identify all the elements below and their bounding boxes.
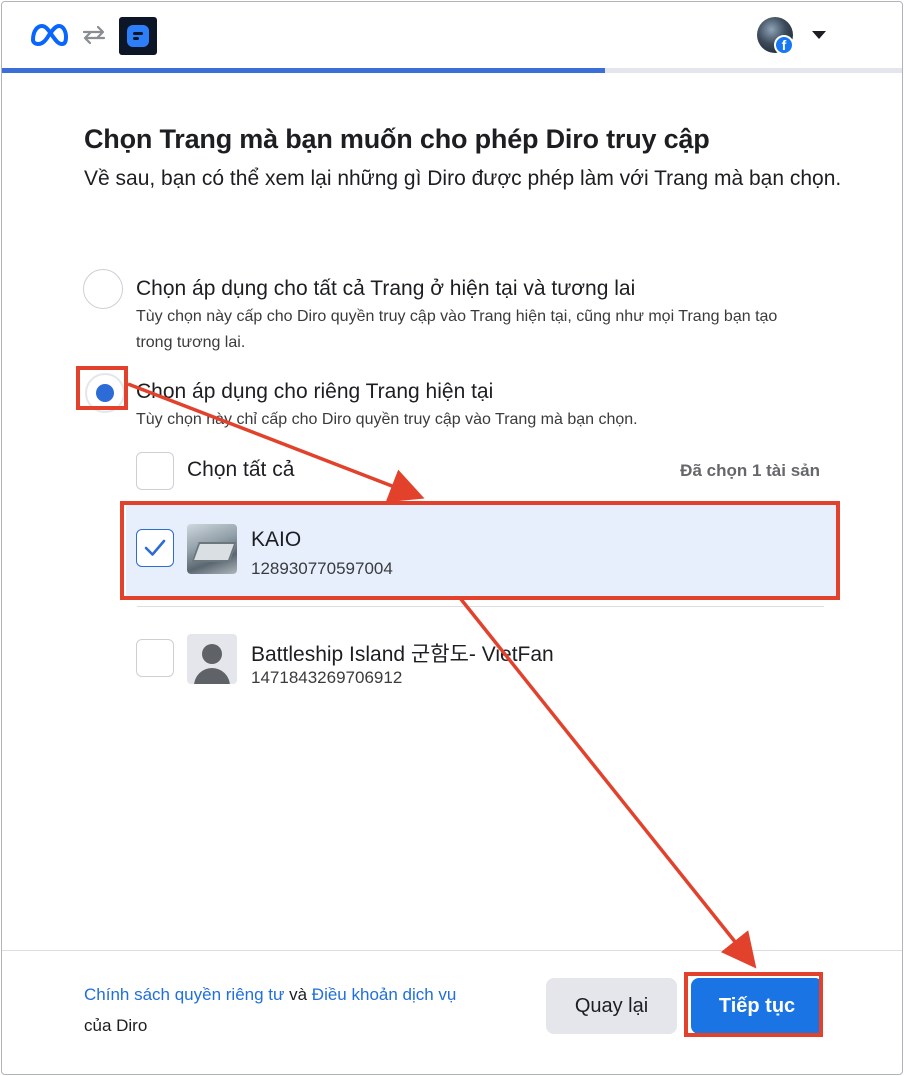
option-current-description: Tùy chọn này chỉ cấp cho Diro quyền truy… bbox=[136, 411, 638, 428]
page-subtitle: Về sau, bạn có thể xem lại những gì Diro… bbox=[84, 167, 842, 190]
footer-app-name: của Diro bbox=[84, 1016, 148, 1035]
continue-button[interactable]: Tiếp tục bbox=[691, 978, 823, 1034]
footer-legal-text: Chính sách quyền riêng tư và Điều khoản … bbox=[84, 979, 524, 1041]
list-scroll-fade bbox=[122, 684, 842, 692]
meta-logo-icon bbox=[31, 24, 68, 46]
radio-selected-dot bbox=[96, 384, 114, 402]
footer-conjunction: và bbox=[284, 985, 312, 1004]
privacy-policy-link[interactable]: Chính sách quyền riêng tư bbox=[84, 985, 284, 1004]
diro-app-icon bbox=[119, 17, 157, 55]
option-all-description: Tùy chọn này cấp cho Diro quyền truy cập… bbox=[136, 308, 778, 351]
page-checkbox-battleship[interactable] bbox=[136, 639, 174, 677]
default-person-icon bbox=[187, 634, 237, 684]
page-name: Battleship Island 군함도- VietFan bbox=[251, 643, 554, 666]
option-all-title[interactable]: Chọn áp dụng cho tất cả Trang ở hiện tại… bbox=[136, 277, 635, 301]
radio-current-pages[interactable] bbox=[85, 373, 125, 413]
top-bar: f bbox=[2, 2, 902, 68]
progress-bar bbox=[2, 68, 902, 73]
dialog-window: f Chọn Trang mà bạn muốn cho phép Diro t… bbox=[1, 1, 903, 1075]
row-divider bbox=[137, 606, 824, 607]
select-all-checkbox[interactable] bbox=[136, 452, 174, 490]
checkmark-icon bbox=[144, 539, 166, 556]
radio-all-pages[interactable] bbox=[83, 269, 123, 309]
select-all-label[interactable]: Chọn tất cả bbox=[187, 458, 294, 482]
selected-count: Đã chọn 1 tài sản bbox=[680, 461, 820, 480]
swap-arrows-icon bbox=[82, 25, 106, 45]
progress-fill bbox=[2, 68, 605, 73]
facebook-badge-icon: f bbox=[774, 35, 794, 55]
page-photo-thumbnail bbox=[187, 524, 237, 574]
page-title: Chọn Trang mà bạn muốn cho phép Diro tru… bbox=[84, 124, 710, 154]
caret-down-icon[interactable] bbox=[812, 31, 826, 39]
page-id: 128930770597004 bbox=[251, 559, 393, 578]
option-current-title[interactable]: Chọn áp dụng cho riêng Trang hiện tại bbox=[136, 380, 493, 404]
terms-of-service-link[interactable]: Điều khoản dịch vụ bbox=[312, 985, 457, 1004]
page-name: KAIO bbox=[251, 528, 302, 551]
page-checkbox-kaio[interactable] bbox=[136, 529, 174, 567]
back-button[interactable]: Quay lại bbox=[546, 978, 677, 1034]
footer-divider bbox=[2, 950, 902, 951]
